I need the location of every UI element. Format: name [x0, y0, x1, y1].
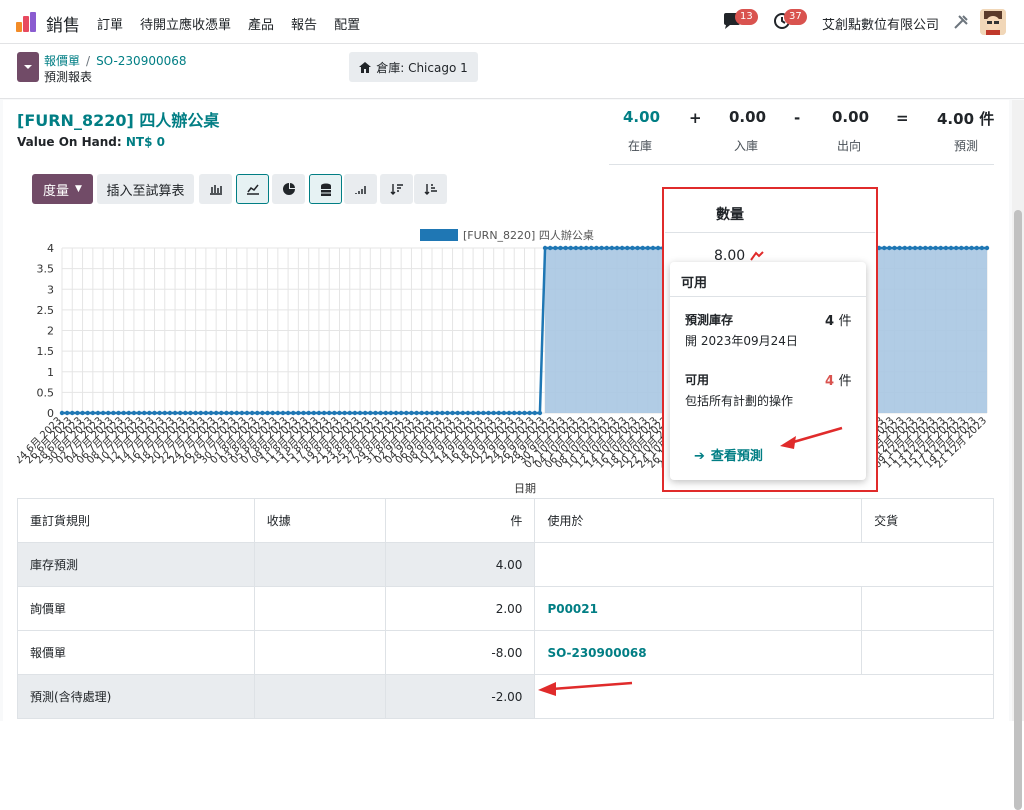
- annotation-arrow-popover: [780, 426, 843, 449]
- annotation-arrows: [538, 426, 843, 696]
- annotation-arrow-table: [538, 681, 633, 696]
